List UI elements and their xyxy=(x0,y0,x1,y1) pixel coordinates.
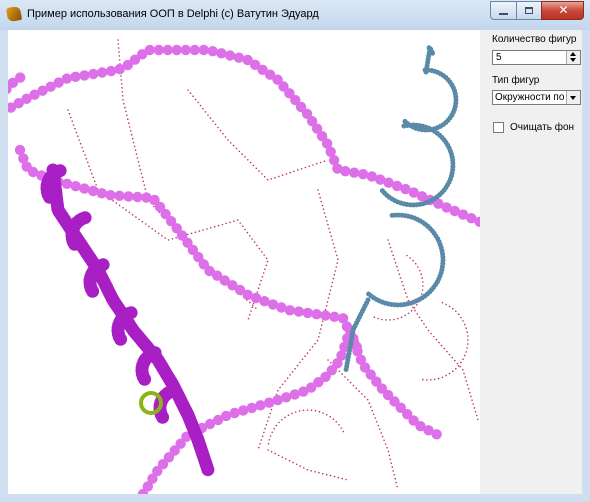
type-dropdown-button[interactable] xyxy=(566,91,580,104)
chevron-down-icon xyxy=(570,96,576,100)
caption-buttons: ✕ xyxy=(490,1,584,20)
pink-figure-trail-lower xyxy=(137,325,362,494)
window-title: Пример использования ООП в Delphi (c) Ва… xyxy=(27,8,319,20)
spin-down-icon[interactable] xyxy=(570,58,576,62)
clear-background-label: Очищать фон xyxy=(510,122,575,133)
app-window: Пример использования ООП в Delphi (c) Ва… xyxy=(0,0,590,502)
canvas-art xyxy=(8,39,480,494)
clear-background-checkbox[interactable] xyxy=(493,122,504,133)
count-spin-buttons[interactable] xyxy=(566,51,580,64)
close-icon: ✕ xyxy=(558,3,569,17)
count-label: Количество фигур xyxy=(492,34,577,45)
client-area: Количество фигур Тип фигур Окружности по… xyxy=(8,30,582,494)
settings-panel: Количество фигур Тип фигур Окружности по… xyxy=(492,30,582,494)
maximize-icon xyxy=(525,7,533,14)
drawing-canvas[interactable] xyxy=(8,30,480,494)
app-icon xyxy=(5,5,23,23)
maximize-button[interactable] xyxy=(516,1,541,20)
count-spinedit[interactable] xyxy=(492,50,581,65)
minimize-icon xyxy=(499,13,508,15)
type-selected-value: Окружности по спирали xyxy=(495,92,565,103)
title-bar[interactable]: Пример использования ООП в Delphi (c) Ва… xyxy=(0,0,590,30)
spin-up-icon[interactable] xyxy=(570,52,576,56)
steel-figure-trail xyxy=(343,45,459,372)
purple-figure-trail xyxy=(40,163,215,477)
type-label: Тип фигур xyxy=(492,75,540,86)
type-combobox[interactable]: Окружности по спирали xyxy=(492,90,581,105)
count-input[interactable] xyxy=(494,51,568,64)
minimize-button[interactable] xyxy=(490,1,516,20)
close-button[interactable]: ✕ xyxy=(541,1,584,20)
